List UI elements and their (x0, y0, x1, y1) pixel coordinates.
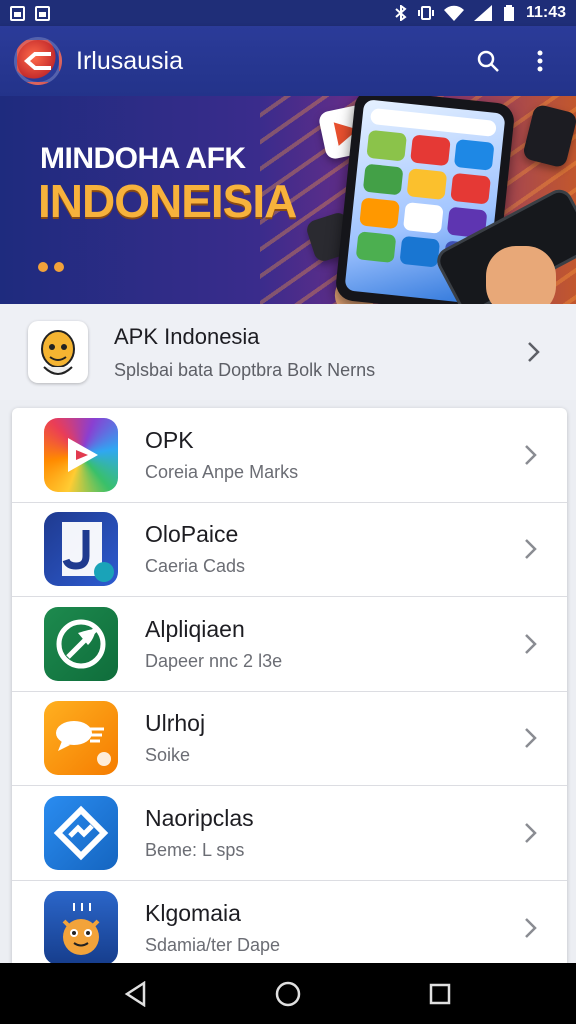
list-item-title: Naoripclas (145, 804, 254, 831)
signal-icon (473, 5, 492, 21)
leaf-icon (44, 606, 118, 681)
chevron-right-icon (517, 535, 545, 563)
list-item[interactable]: Alpliqiaen Dapeer nnc 2 l3e (12, 597, 567, 692)
status-time: 11:43 (525, 4, 566, 21)
more-options-button[interactable] (518, 39, 562, 83)
gallery-icon (10, 5, 25, 21)
list-item[interactable]: Naoripclas Beme: L sps (12, 786, 567, 881)
list-item[interactable]: Klgomaia Sdamia/ter Dape (12, 881, 567, 969)
system-nav-bar (0, 963, 576, 1024)
diamond-logo-icon (44, 795, 118, 870)
image-icon (35, 5, 50, 21)
search-button[interactable] (466, 39, 510, 83)
list-item[interactable]: OloPaice Caeria Cads (12, 503, 567, 597)
list-item-subtitle: Dapeer nnc 2 l3e (145, 650, 283, 671)
vibrate-icon (417, 6, 434, 20)
home-icon (275, 981, 301, 1006)
mascot-icon (28, 321, 88, 383)
list-item[interactable]: Ulrhoj Soike (12, 692, 567, 786)
battery-icon (503, 5, 514, 21)
j-letter-icon (44, 512, 118, 587)
search-icon (477, 50, 499, 72)
list-item-title: OloPaice (145, 521, 239, 548)
banner-title: INDONEISIA (38, 175, 297, 227)
app-list: OPK Coreia Anpe Marks OloPaice Caeria Ca… (12, 408, 567, 968)
chat-bubble-icon (44, 701, 118, 776)
list-item-title: OPK (145, 426, 194, 453)
chevron-right-icon (517, 819, 545, 847)
home-button[interactable] (258, 969, 318, 1019)
hand-right (486, 246, 556, 304)
list-item-subtitle: Beme: L sps (145, 839, 245, 860)
chevron-right-icon (520, 338, 548, 366)
recents-icon (429, 983, 451, 1004)
recents-button[interactable] (410, 969, 470, 1019)
list-item-title: Alpliqiaen (145, 615, 245, 642)
chevron-right-icon (517, 914, 545, 942)
promo-banner[interactable]: MINDOHA AFK INDONEISIA (0, 96, 576, 304)
banner-headline: MINDOHA AFK (40, 142, 246, 175)
banner-page-dots (38, 262, 64, 272)
list-item-title: Klgomaia (145, 899, 241, 926)
more-vert-icon (537, 50, 543, 72)
list-item-subtitle: Soike (145, 745, 191, 766)
status-bar: 11:43 (0, 0, 576, 26)
app-title: Irlusausia (76, 46, 183, 75)
list-item[interactable]: OPK Coreia Anpe Marks (12, 408, 567, 503)
list-item-subtitle: Sdamia/ter Dape (145, 934, 281, 955)
bluetooth-icon (395, 5, 407, 21)
featured-title: APK Indonesia (114, 323, 260, 349)
chevron-right-icon (517, 441, 545, 469)
list-item-subtitle: Caeria Cads (145, 556, 246, 577)
featured-subtitle: Splsbai bata Doptbra Bolk Nerns (114, 359, 376, 380)
back-icon (124, 980, 146, 1007)
chevron-right-icon (517, 724, 545, 752)
list-item-subtitle: Coreia Anpe Marks (145, 461, 299, 482)
cartoon-character-icon (44, 890, 118, 965)
wifi-icon (443, 5, 464, 21)
app-logo[interactable] (14, 37, 62, 85)
featured-app-row[interactable]: APK Indonesia Splsbai bata Doptbra Bolk … (0, 304, 576, 400)
list-item-title: Ulrhoj (145, 710, 206, 737)
chevron-right-icon (517, 630, 545, 658)
back-button[interactable] (106, 969, 166, 1019)
gamepad-tile-icon (521, 103, 576, 169)
play-triangle-icon (44, 417, 118, 492)
app-bar: Irlusausia (0, 26, 576, 96)
